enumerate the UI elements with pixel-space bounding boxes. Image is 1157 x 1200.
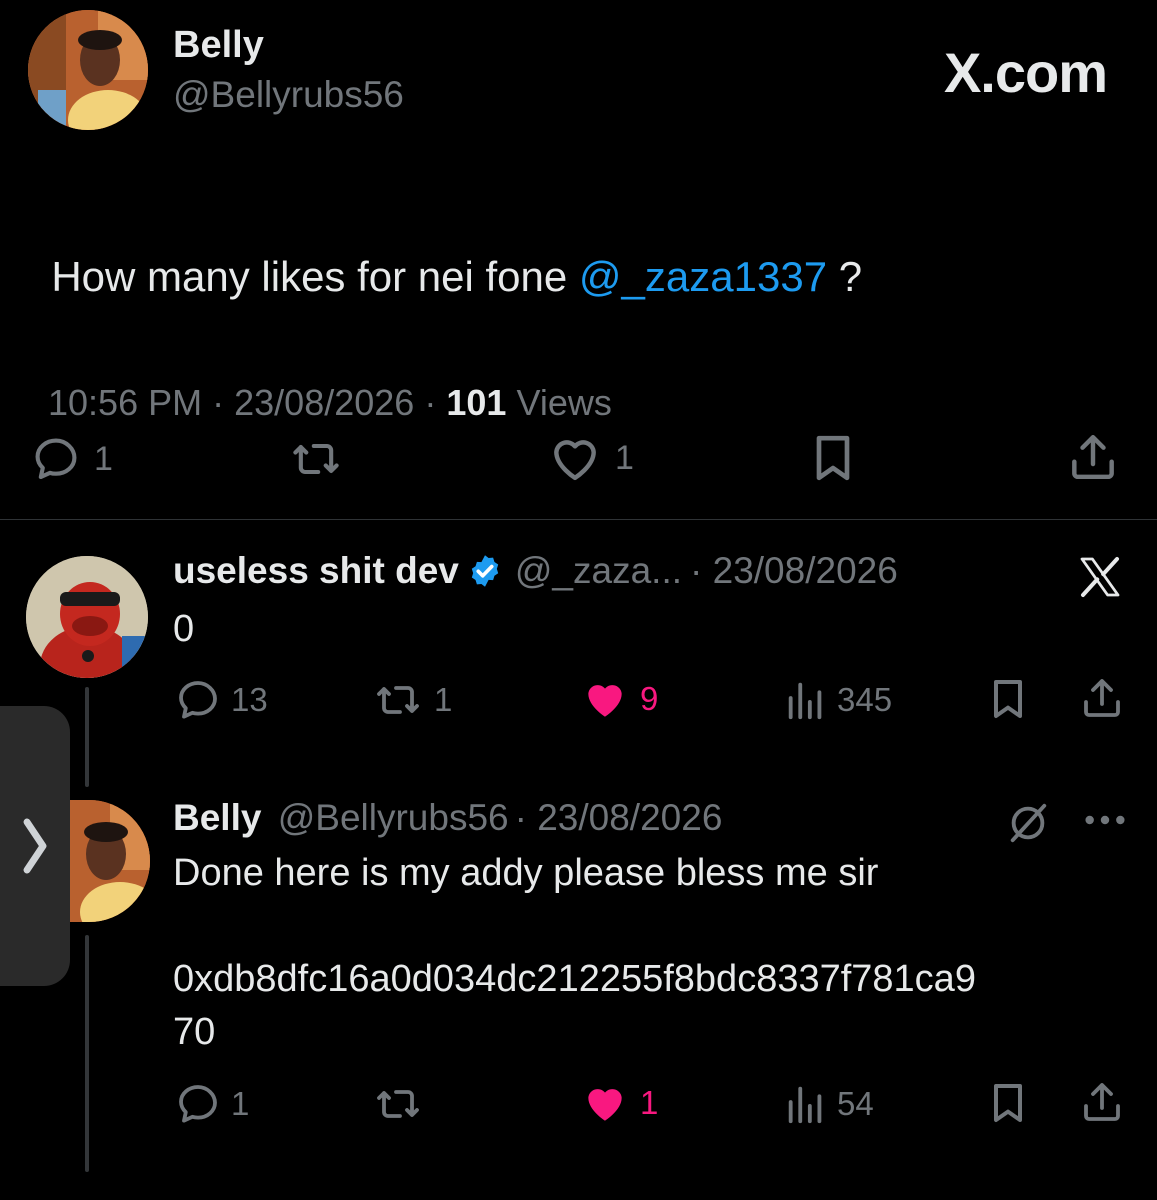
reply-icon: [179, 681, 217, 719]
reply1-repost-count: 1: [434, 681, 453, 718]
main-post-text: How many likes for nei fone @_zaza1337 ?: [28, 205, 862, 301]
reply1-like-button[interactable]: 9: [578, 674, 658, 724]
views-count[interactable]: 101: [446, 382, 506, 423]
bookmark-icon: [994, 1084, 1022, 1122]
reply1-reply-button[interactable]: 13: [173, 676, 268, 724]
brand-watermark: X.com: [943, 41, 1108, 104]
reply1-author-handle[interactable]: @_zaza...: [515, 550, 682, 592]
main-author-handle[interactable]: @Bellyrubs56: [173, 74, 404, 116]
reply2-author-name[interactable]: Belly: [173, 797, 261, 838]
analytics-icon: [788, 682, 822, 720]
reply2-header: Belly @Bellyrubs56 · 23/08/2026: [173, 797, 722, 839]
avatar-image: [28, 10, 148, 130]
x-logo-icon[interactable]: [1075, 553, 1125, 601]
reply2-reply-count: 1: [231, 1085, 250, 1122]
reply2-share-button[interactable]: [1078, 1076, 1126, 1128]
main-reply-button[interactable]: 1: [28, 433, 113, 485]
reply2-date[interactable]: · 23/08/2026: [515, 797, 723, 838]
heart-filled-icon: [588, 1089, 622, 1121]
reply2-repost-button[interactable]: [370, 1080, 426, 1128]
repost-icon: [377, 686, 419, 714]
reply1-views-button[interactable]: 345: [783, 676, 892, 724]
main-post-text-after: ?: [827, 253, 863, 300]
reply1-bookmark-button[interactable]: [984, 674, 1032, 724]
repost-icon: [293, 443, 339, 475]
thread-line: [85, 687, 89, 787]
views-label[interactable]: Views: [516, 382, 611, 423]
reply2-like-count: 1: [640, 1084, 659, 1121]
meta-separator: ·: [424, 382, 437, 423]
bookmark-icon: [994, 680, 1022, 718]
more-options-icon[interactable]: [1082, 810, 1128, 830]
reply1-author-avatar[interactable]: [26, 556, 148, 678]
main-post-text-before: How many likes for nei fone: [51, 253, 579, 300]
analytics-icon: [788, 1086, 822, 1124]
reply2-view-count: 54: [837, 1085, 874, 1122]
main-author-name[interactable]: Belly: [173, 24, 264, 67]
reply2-text-line3: 70: [173, 1011, 216, 1053]
mention-link[interactable]: @_zaza1337: [579, 253, 827, 300]
post-date[interactable]: 23/08/2026: [234, 382, 414, 423]
main-like-button[interactable]: 1: [545, 430, 634, 486]
reply-icon: [35, 438, 77, 480]
heart-icon: [554, 440, 596, 481]
reply2-reply-button[interactable]: 1: [173, 1080, 249, 1128]
reply-icon: [179, 1085, 217, 1123]
reply1-reply-count: 13: [231, 681, 268, 718]
bookmark-icon: [816, 435, 850, 481]
verified-badge-icon: [471, 555, 499, 587]
grok-icon[interactable]: [1005, 800, 1051, 846]
heart-filled-icon: [588, 685, 622, 717]
main-like-count: 1: [615, 438, 634, 477]
reply1-date[interactable]: · 23/08/2026: [690, 550, 898, 592]
reply1-view-count: 345: [837, 681, 893, 718]
avatar-image: [26, 556, 148, 678]
main-repost-button[interactable]: [285, 433, 347, 485]
chevron-right-icon: [23, 818, 47, 874]
reply2-views-button[interactable]: 54: [783, 1080, 874, 1128]
thread-line: [85, 935, 89, 1172]
reply1-like-count: 9: [640, 680, 659, 717]
repost-icon: [377, 1090, 419, 1118]
avatar-image: [70, 800, 150, 922]
reply2-like-button[interactable]: 1: [578, 1078, 658, 1128]
share-icon: [1084, 679, 1120, 717]
main-bookmark-button[interactable]: [805, 430, 861, 486]
divider: [0, 519, 1157, 520]
main-author-avatar[interactable]: [28, 10, 148, 130]
share-icon: [1084, 1083, 1120, 1121]
reply2-text-line1: Done here is my addy please bless me sir: [173, 852, 879, 894]
reply1-text: 0: [173, 608, 195, 650]
reply1-header: useless shit dev @_zaza... · 23/08/2026: [173, 550, 898, 592]
reply2-author-handle[interactable]: @Bellyrubs56: [278, 797, 509, 838]
main-share-button[interactable]: [1065, 428, 1121, 486]
reply1-repost-button[interactable]: 1: [370, 676, 452, 724]
post-time[interactable]: 10:56 PM: [48, 382, 202, 423]
main-reply-count: 1: [94, 439, 113, 478]
meta-separator: ·: [212, 382, 225, 423]
side-drawer-handle[interactable]: [0, 706, 70, 986]
reply1-author-name[interactable]: useless shit dev: [173, 550, 459, 592]
reply2-text-line2: 0xdb8dfc16a0d034dc212255f8bdc8337f781ca9: [173, 958, 976, 1000]
share-icon: [1072, 434, 1114, 480]
reply1-share-button[interactable]: [1078, 672, 1126, 724]
reply2-author-avatar[interactable]: [70, 800, 150, 922]
main-post-meta: 10:56 PM · 23/08/2026 · 101 Views: [28, 340, 612, 424]
reply2-bookmark-button[interactable]: [984, 1078, 1032, 1128]
